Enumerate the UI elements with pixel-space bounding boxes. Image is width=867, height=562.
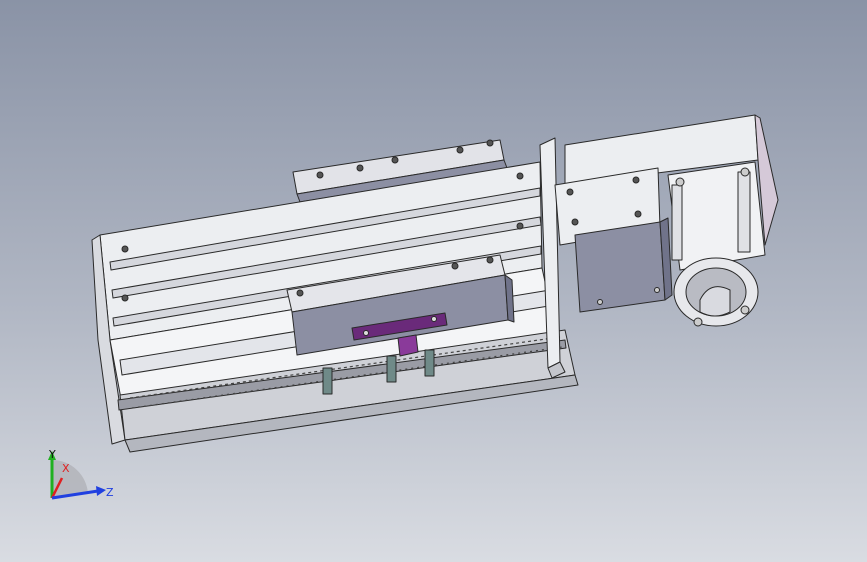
z-axis-arrow bbox=[96, 486, 106, 496]
coordinate-triad: Y X Z bbox=[48, 448, 114, 500]
x-axis-label: X bbox=[62, 462, 70, 475]
linear-actuator-model[interactable] bbox=[0, 0, 867, 562]
z-axis-label: Z bbox=[106, 486, 114, 499]
motor-housing[interactable] bbox=[554, 114, 779, 327]
y-axis-label: Y bbox=[48, 448, 56, 461]
cad-viewport[interactable]: Y X Z bbox=[0, 0, 867, 562]
